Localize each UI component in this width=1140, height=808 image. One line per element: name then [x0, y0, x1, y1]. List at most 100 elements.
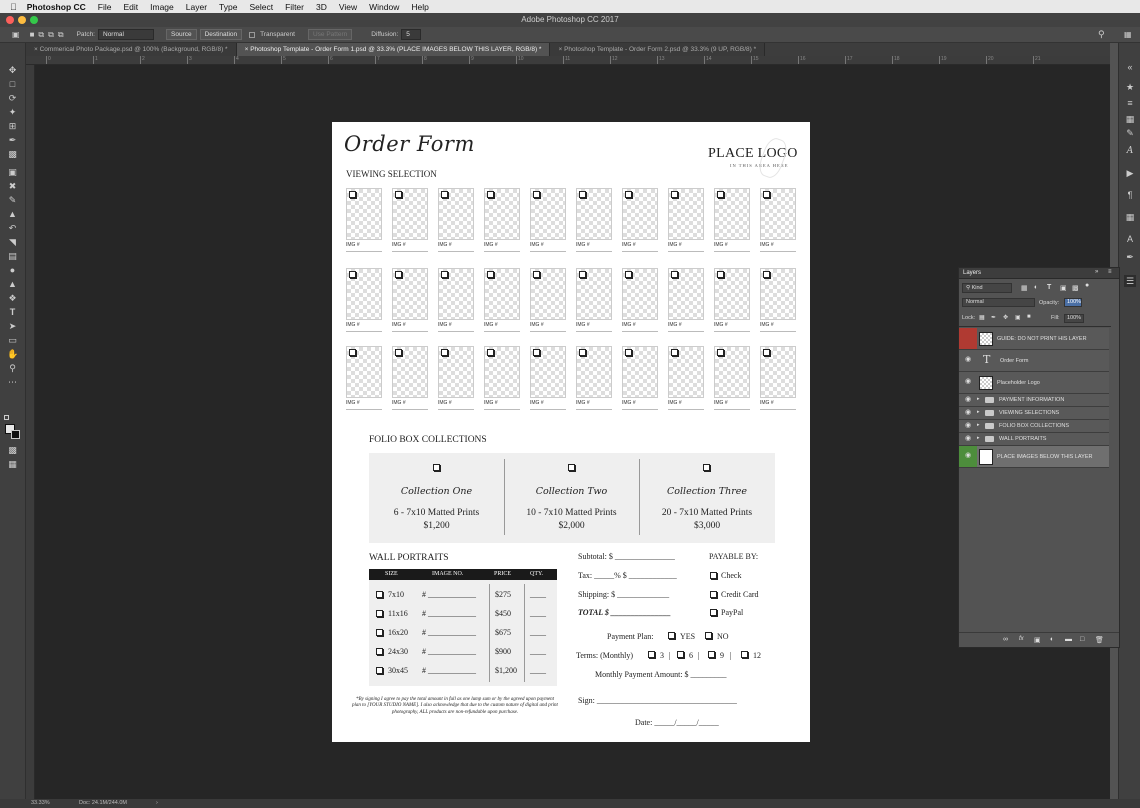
layer-group-payment-information[interactable]: ◉ ▸ PAYMENT INFORMATION: [959, 394, 1109, 407]
collection-three-checkbox[interactable]: [703, 464, 710, 471]
image-slot[interactable]: [346, 346, 382, 398]
date-field[interactable]: Date: _____/_____/_____: [635, 718, 719, 727]
menu-type[interactable]: Type: [219, 2, 237, 12]
menu-edit[interactable]: Edit: [123, 2, 138, 12]
apple-icon[interactable]: : [10, 2, 17, 12]
destination-button[interactable]: Destination: [199, 29, 243, 40]
gradient-tool-icon[interactable]: ▤: [7, 251, 18, 262]
magic-wand-tool-icon[interactable]: ✦: [7, 107, 18, 118]
filter-adjustment-icon[interactable]: ◐: [1034, 284, 1038, 291]
image-slot-checkbox[interactable]: [441, 271, 448, 278]
quantity-field[interactable]: ____: [530, 666, 546, 675]
zoom-tool-icon[interactable]: ⚲: [7, 363, 18, 374]
tax-field[interactable]: Tax: _____% $ ____________: [578, 571, 677, 580]
image-slot-checkbox[interactable]: [579, 271, 586, 278]
size-checkbox[interactable]: [376, 667, 383, 674]
minimize-window-button[interactable]: [18, 16, 26, 24]
image-slot-checkbox[interactable]: [763, 271, 770, 278]
menu-image[interactable]: Image: [150, 2, 174, 12]
menu-file[interactable]: File: [98, 2, 112, 12]
visibility-eye-icon[interactable]: ◉: [962, 451, 974, 463]
blur-tool-icon[interactable]: ●: [7, 265, 18, 276]
image-slot-checkbox[interactable]: [579, 349, 586, 356]
actions-play-icon[interactable]: ▶: [1124, 167, 1136, 179]
brush-tool-icon[interactable]: ✎: [7, 195, 18, 206]
menu-window[interactable]: Window: [369, 2, 399, 12]
delete-layer-icon[interactable]: 🗑: [1095, 636, 1104, 644]
image-slot-checkbox[interactable]: [625, 191, 632, 198]
menu-help[interactable]: Help: [411, 2, 428, 12]
image-slot-checkbox[interactable]: [395, 349, 402, 356]
image-slot[interactable]: [622, 188, 658, 240]
layer-row-guide[interactable]: GUIDE: DO NOT PRINT HIS LAYER: [959, 328, 1109, 350]
image-slot-checkbox[interactable]: [763, 349, 770, 356]
opacity-input[interactable]: 100%: [1064, 298, 1082, 307]
image-slot[interactable]: [668, 188, 704, 240]
workspace-icon[interactable]: ▦: [1124, 30, 1132, 39]
paypal-checkbox[interactable]: [710, 609, 717, 616]
brush-settings-icon[interactable]: ✎: [1124, 127, 1136, 139]
image-slot[interactable]: [622, 346, 658, 398]
eyedropper-tool-icon[interactable]: ✒: [7, 135, 18, 146]
image-slot-checkbox[interactable]: [717, 349, 724, 356]
layer-style-icon[interactable]: fx: [1019, 636, 1024, 642]
background-color-swatch[interactable]: [11, 430, 20, 439]
image-slot-checkbox[interactable]: [533, 271, 540, 278]
type-tool-icon[interactable]: T: [7, 307, 18, 318]
image-slot[interactable]: [438, 268, 474, 320]
filter-smart-object-icon[interactable]: ▩: [1072, 284, 1079, 292]
image-slot[interactable]: [530, 268, 566, 320]
visibility-eye-icon[interactable]: ◉: [962, 408, 974, 420]
paragraph-icon[interactable]: ¶: [1124, 189, 1136, 201]
use-pattern-button[interactable]: Use Pattern: [307, 29, 353, 40]
source-button[interactable]: Source: [166, 29, 197, 40]
image-slot-checkbox[interactable]: [625, 349, 632, 356]
image-slot-checkbox[interactable]: [717, 271, 724, 278]
crop-tool-icon[interactable]: ⊞: [7, 121, 18, 132]
image-slot[interactable]: [714, 346, 750, 398]
image-slot[interactable]: [530, 188, 566, 240]
character-icon[interactable]: A: [1124, 145, 1136, 157]
transparent-checkbox[interactable]: [249, 31, 256, 38]
layer-row-place-images-selected[interactable]: ◉ PLACE IMAGES BELOW THIS LAYER: [959, 446, 1109, 468]
patch-tool-icon[interactable]: ▣: [7, 167, 18, 178]
zoom-level[interactable]: 33.33%: [31, 799, 50, 808]
expand-arrow-icon[interactable]: ▸: [977, 422, 980, 428]
vertical-ruler[interactable]: [26, 65, 35, 799]
visibility-eye-icon[interactable]: ◉: [962, 377, 974, 389]
size-checkbox[interactable]: [376, 648, 383, 655]
history-brush-icon[interactable]: ↶: [7, 223, 18, 234]
image-slot-checkbox[interactable]: [487, 349, 494, 356]
image-slot-checkbox[interactable]: [441, 191, 448, 198]
image-slot[interactable]: [438, 346, 474, 398]
image-number-field[interactable]: # ____________: [422, 609, 476, 618]
image-slot-checkbox[interactable]: [671, 191, 678, 198]
expand-arrow-icon[interactable]: ▸: [977, 396, 980, 402]
layer-row-placeholder-logo[interactable]: ◉ Placeholder Logo: [959, 372, 1109, 394]
terms-9-checkbox[interactable]: [708, 651, 715, 658]
filter-type-icon[interactable]: T: [1047, 284, 1051, 291]
close-window-button[interactable]: [6, 16, 14, 24]
link-layers-icon[interactable]: ∞: [1003, 636, 1008, 643]
tab-document-3[interactable]: × Photoshop Template - Order Form 2.psd …: [550, 43, 766, 56]
image-slot-checkbox[interactable]: [671, 271, 678, 278]
image-slot-checkbox[interactable]: [533, 349, 540, 356]
add-mask-icon[interactable]: ▣: [1034, 636, 1041, 644]
image-slot-checkbox[interactable]: [395, 191, 402, 198]
healing-brush-tool-icon[interactable]: ▩: [7, 149, 18, 160]
more-tools-icon[interactable]: ⋯: [7, 377, 18, 388]
credit-card-checkbox[interactable]: [710, 591, 717, 598]
filter-toggle-icon[interactable]: ●: [1085, 282, 1089, 289]
order-form-document[interactable]: Order Form PLACE LOGO IN THIS AREA HERE …: [332, 122, 810, 742]
image-slot-checkbox[interactable]: [717, 191, 724, 198]
selection-intersect-icon[interactable]: ⧉: [58, 30, 64, 40]
image-slot[interactable]: [346, 188, 382, 240]
quantity-field[interactable]: ____: [530, 647, 546, 656]
new-group-icon[interactable]: ▬: [1065, 636, 1072, 643]
status-menu-arrow-icon[interactable]: ›: [156, 799, 158, 808]
yes-checkbox[interactable]: [668, 632, 675, 639]
layer-group-viewing-selections[interactable]: ◉ ▸ VIEWING SELECTIONS: [959, 407, 1109, 420]
image-slot-checkbox[interactable]: [395, 271, 402, 278]
subtotal-field[interactable]: Subtotal: $ _______________: [578, 552, 675, 561]
shipping-field[interactable]: Shipping: $ _____________: [578, 590, 669, 599]
